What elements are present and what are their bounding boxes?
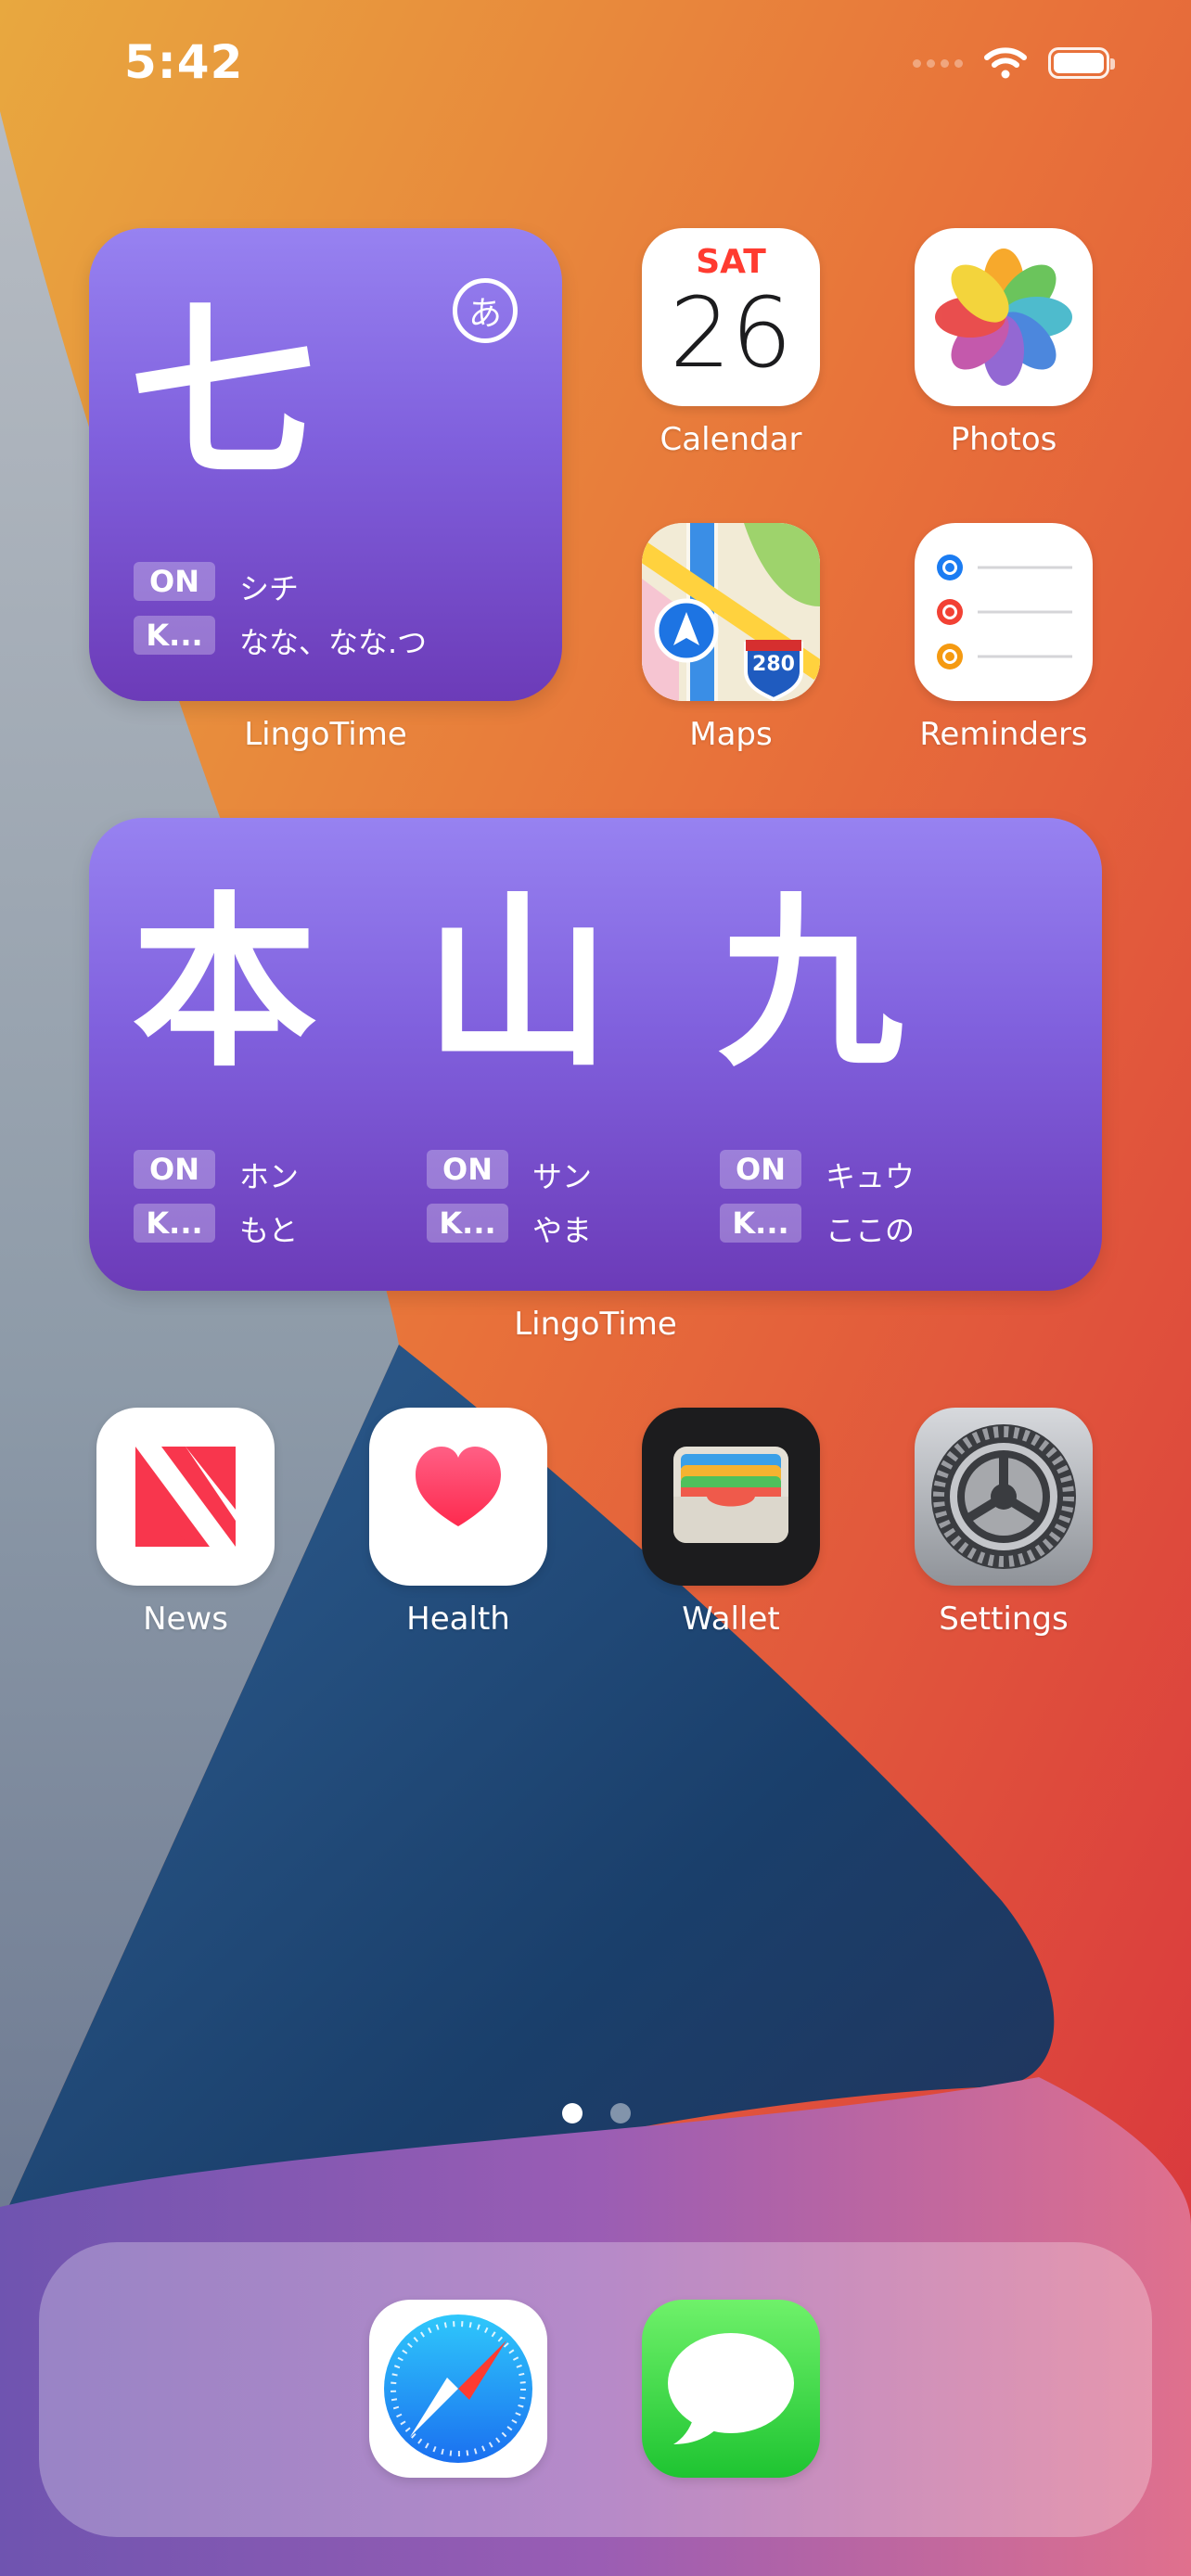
calendar-app-icon[interactable]: SAT 26 — [642, 228, 820, 406]
news-app-icon[interactable] — [96, 1408, 275, 1586]
health-label: Health — [406, 1600, 510, 1638]
calendar-day: SAT — [696, 243, 766, 281]
photos-app-icon[interactable] — [915, 228, 1093, 406]
page-dot-1[interactable] — [562, 2103, 583, 2123]
kun-reading-1: もと — [239, 1213, 299, 1248]
on-badge-1: ON — [134, 1150, 215, 1189]
kun-badge: K... — [134, 616, 215, 655]
gear-icon — [931, 1424, 1076, 1569]
kun-reading: なな、なな.つ — [239, 625, 428, 660]
news-label: News — [143, 1600, 228, 1638]
settings-app-icon[interactable] — [915, 1408, 1093, 1586]
kun-reading-2: やま — [532, 1213, 593, 1248]
battery-icon — [1048, 47, 1115, 79]
lingotime-large-widget[interactable]: 本 山 九 ON ホン K... もと ON サン K... やま ON キュウ… — [89, 818, 1102, 1291]
health-app-icon[interactable] — [369, 1408, 547, 1586]
status-time: 5:42 — [124, 35, 244, 89]
safari-app-icon[interactable] — [369, 2300, 547, 2478]
lingotime-small-widget[interactable]: 七 あ ON シチ K... なな、なな.つ — [89, 228, 562, 701]
calendar-label: Calendar — [660, 421, 802, 458]
reminders-app-icon[interactable] — [915, 523, 1093, 701]
compass-icon — [384, 2315, 532, 2463]
reminders-list-icon — [937, 555, 1072, 670]
wallet-icon — [673, 1447, 788, 1543]
on-reading-3: キュウ — [826, 1159, 916, 1194]
wifi-icon — [984, 47, 1027, 79]
photos-label: Photos — [950, 421, 1057, 458]
photos-flower-icon — [935, 249, 1072, 386]
kun-badge-3: K... — [720, 1204, 801, 1243]
maps-app-icon[interactable]: 280 — [642, 523, 820, 701]
widget-kanji: 七 — [130, 287, 316, 503]
kun-reading-3: ここの — [826, 1213, 916, 1248]
widget-kanji-3: 九 — [718, 876, 904, 1092]
calendar-date: 26 — [669, 276, 793, 389]
cellular-signal-icon — [913, 58, 963, 68]
lingotime-large-label: LingoTime — [514, 1306, 677, 1343]
settings-label: Settings — [939, 1600, 1069, 1638]
maps-label: Maps — [689, 716, 773, 753]
kun-badge-1: K... — [134, 1204, 215, 1243]
lingotime-small-label: LingoTime — [244, 716, 407, 753]
on-badge: ON — [134, 562, 215, 601]
messages-app-icon[interactable] — [642, 2300, 820, 2478]
reminders-label: Reminders — [919, 716, 1088, 753]
lingotime-logo-icon: あ — [453, 278, 518, 343]
dock — [39, 2242, 1152, 2537]
status-icons — [913, 46, 1115, 80]
widget-kanji-2: 山 — [425, 876, 611, 1092]
maps-route-number: 280 — [752, 653, 795, 676]
wallet-label: Wallet — [682, 1600, 780, 1638]
widget-kanji-1: 本 — [132, 876, 318, 1092]
kun-badge-2: K... — [427, 1204, 508, 1243]
wallet-app-icon[interactable] — [642, 1408, 820, 1586]
on-reading-2: サン — [532, 1159, 593, 1194]
on-reading: シチ — [239, 571, 300, 606]
on-badge-2: ON — [427, 1150, 508, 1189]
heart-icon — [416, 1447, 501, 1526]
news-icon — [135, 1447, 236, 1547]
page-dot-2[interactable] — [610, 2103, 631, 2123]
speech-bubble-icon — [668, 2333, 794, 2444]
on-badge-3: ON — [720, 1150, 801, 1189]
on-reading-1: ホン — [239, 1159, 300, 1194]
